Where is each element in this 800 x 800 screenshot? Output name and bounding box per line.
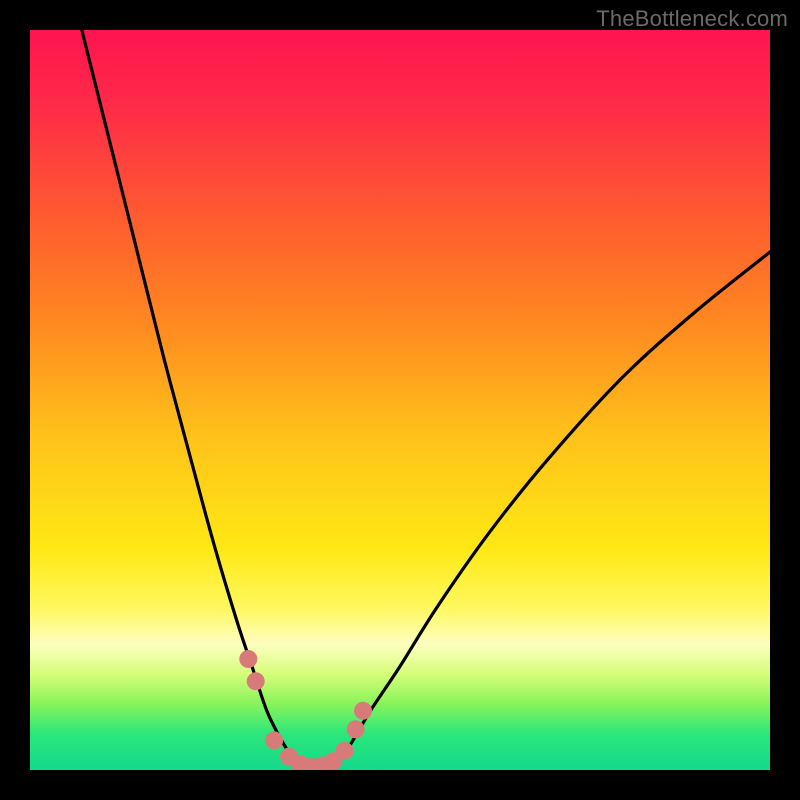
plot-area [30, 30, 770, 770]
watermark-text: TheBottleneck.com [596, 6, 788, 32]
curve-layer [30, 30, 770, 770]
chart-frame: TheBottleneck.com [0, 0, 800, 800]
highlight-dot [265, 731, 283, 749]
highlight-dot [336, 742, 354, 760]
highlight-dots [239, 650, 372, 770]
highlight-dot [239, 650, 257, 668]
highlight-dot [354, 702, 372, 720]
bottleneck-curve [82, 30, 770, 770]
highlight-dot [247, 672, 265, 690]
highlight-dot [347, 720, 365, 738]
